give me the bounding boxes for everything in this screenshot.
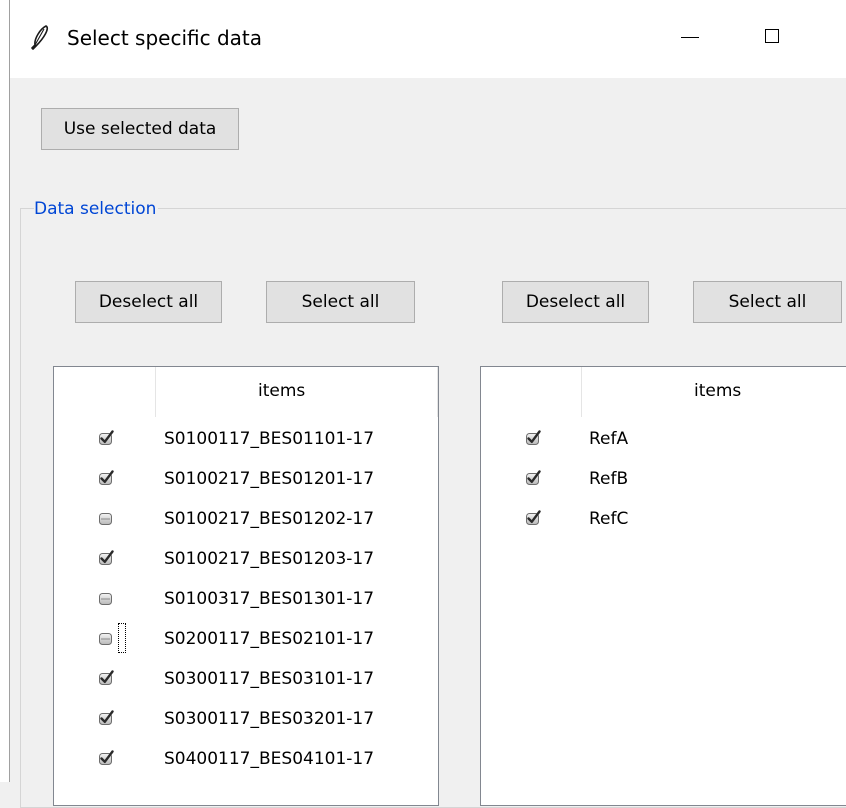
left-item-label: S0100217_BES01203-17 bbox=[164, 549, 375, 569]
maximize-icon bbox=[765, 29, 779, 43]
right-items-column-header[interactable]: items bbox=[694, 381, 741, 401]
right-items-tree[interactable]: items RefA RefB RefC bbox=[480, 366, 846, 806]
minimize-button[interactable] bbox=[660, 14, 720, 58]
left-items-tree[interactable]: items S0100117_BES01101-17 S0100217_BES01… bbox=[53, 366, 439, 806]
left-item-label: S0100217_BES01201-17 bbox=[164, 469, 375, 489]
left-item-label: S0200117_BES02101-17 bbox=[164, 629, 375, 649]
checked-checkbox-icon[interactable] bbox=[98, 430, 114, 446]
focus-indicator bbox=[118, 623, 126, 653]
checked-checkbox-icon[interactable] bbox=[525, 510, 541, 526]
left-tree-row[interactable]: S0100217_BES01201-17 bbox=[54, 459, 438, 499]
minimize-icon bbox=[681, 36, 699, 38]
left-tree-row[interactable]: S0300117_BES03201-17 bbox=[54, 699, 438, 739]
left-tree-row[interactable]: S0400117_BES04101-17 bbox=[54, 739, 438, 779]
left-item-label: S0100217_BES01202-17 bbox=[164, 509, 375, 529]
right-deselect-all-label: Deselect all bbox=[525, 292, 626, 312]
select-data-window: Select specific data Use selected data D… bbox=[0, 0, 846, 808]
unchecked-checkbox-icon[interactable] bbox=[98, 510, 114, 526]
checked-checkbox-icon[interactable] bbox=[98, 550, 114, 566]
right-item-label: RefC bbox=[589, 509, 629, 529]
window-left-border bbox=[9, 0, 10, 782]
left-tree-row[interactable]: S0200117_BES02101-17 bbox=[54, 619, 438, 659]
left-items-column-header[interactable]: items bbox=[258, 381, 305, 401]
left-tree-row[interactable]: S0100217_BES01202-17 bbox=[54, 499, 438, 539]
window-title: Select specific data bbox=[67, 26, 263, 50]
left-header-separator bbox=[155, 367, 156, 417]
checked-checkbox-icon[interactable] bbox=[98, 750, 114, 766]
data-selection-legend: Data selection bbox=[34, 198, 159, 220]
left-header-end-separator bbox=[437, 367, 438, 417]
left-item-label: S0400117_BES04101-17 bbox=[164, 749, 375, 769]
right-header-separator bbox=[581, 367, 582, 417]
checked-checkbox-icon[interactable] bbox=[98, 670, 114, 686]
right-deselect-all-button[interactable]: Deselect all bbox=[502, 281, 649, 323]
use-selected-data-label: Use selected data bbox=[63, 119, 217, 139]
left-deselect-all-button[interactable]: Deselect all bbox=[75, 281, 222, 323]
left-deselect-all-label: Deselect all bbox=[98, 292, 199, 312]
right-tree-row[interactable]: RefB bbox=[481, 459, 846, 499]
unchecked-checkbox-icon[interactable] bbox=[98, 590, 114, 606]
maximize-button[interactable] bbox=[742, 14, 802, 58]
left-item-label: S0300117_BES03201-17 bbox=[164, 709, 375, 729]
feather-icon bbox=[31, 25, 49, 50]
left-tree-header: items bbox=[54, 367, 438, 417]
right-item-label: RefB bbox=[589, 469, 629, 489]
use-selected-data-button[interactable]: Use selected data bbox=[41, 108, 239, 150]
right-tree-row[interactable]: RefA bbox=[481, 419, 846, 459]
right-select-all-label: Select all bbox=[728, 292, 807, 312]
left-tree-row[interactable]: S0100217_BES01203-17 bbox=[54, 539, 438, 579]
right-tree-header: items bbox=[481, 367, 846, 417]
left-item-label: S0100317_BES01301-17 bbox=[164, 589, 375, 609]
right-tree-row[interactable]: RefC bbox=[481, 499, 846, 539]
checked-checkbox-icon[interactable] bbox=[525, 470, 541, 486]
right-item-label: RefA bbox=[589, 429, 629, 449]
left-tree-row[interactable]: S0100117_BES01101-17 bbox=[54, 419, 438, 459]
checked-checkbox-icon[interactable] bbox=[98, 710, 114, 726]
background-gutter bbox=[0, 0, 9, 782]
left-tree-row[interactable]: S0100317_BES01301-17 bbox=[54, 579, 438, 619]
left-item-label: S0100117_BES01101-17 bbox=[164, 429, 375, 449]
unchecked-checkbox-icon[interactable] bbox=[98, 630, 114, 646]
left-item-label: S0300117_BES03101-17 bbox=[164, 669, 375, 689]
checked-checkbox-icon[interactable] bbox=[525, 430, 541, 446]
left-select-all-label: Select all bbox=[301, 292, 380, 312]
left-select-all-button[interactable]: Select all bbox=[266, 281, 415, 323]
checked-checkbox-icon[interactable] bbox=[98, 470, 114, 486]
left-tree-row[interactable]: S0300117_BES03101-17 bbox=[54, 659, 438, 699]
right-select-all-button[interactable]: Select all bbox=[693, 281, 842, 323]
